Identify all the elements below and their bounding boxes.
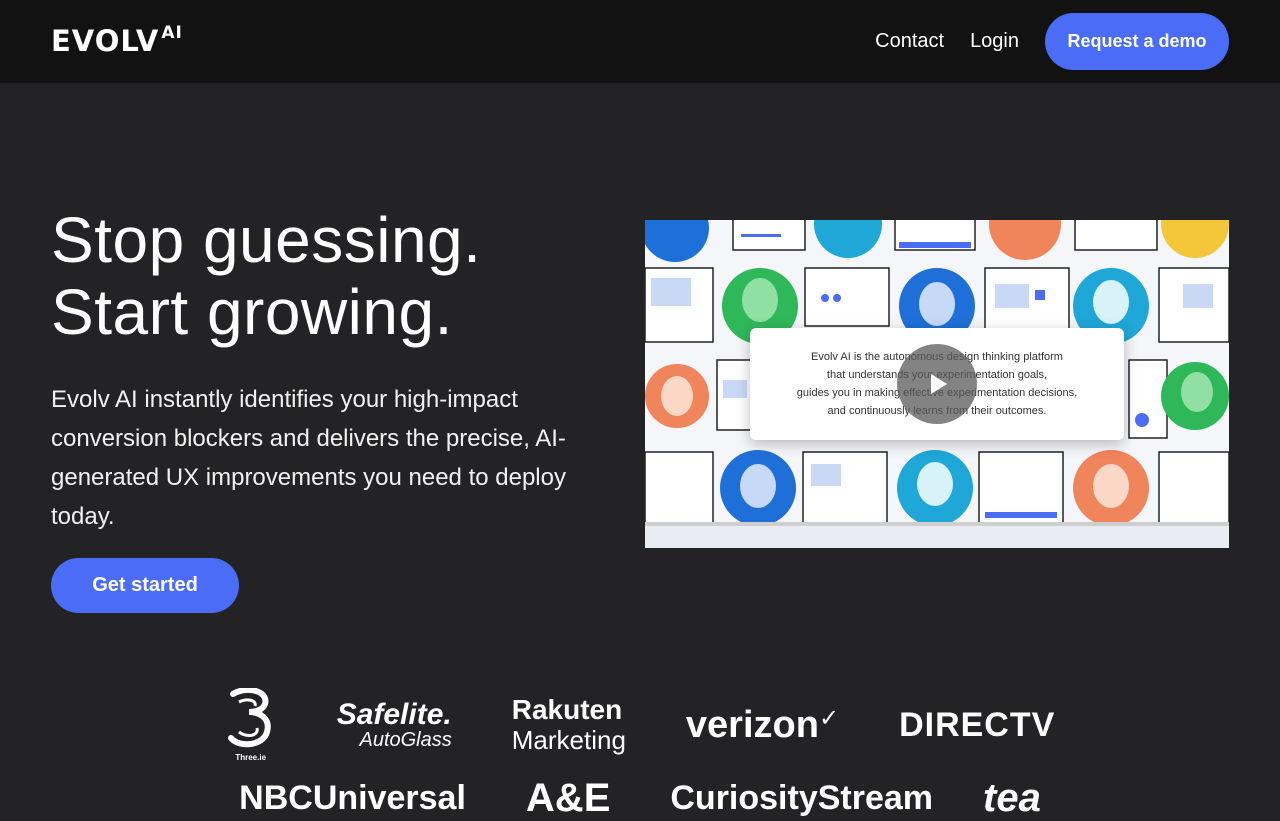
get-started-button[interactable]: Get started [51,558,239,613]
hero-title: Stop guessing. Start growing. [51,204,611,348]
logo-rakuten: Rakuten Marketing [511,694,626,756]
brand-suffix: AI [161,23,183,43]
play-button[interactable] [897,344,977,424]
logo-curiositystream: CuriosityStream [670,779,934,817]
evolv-ai-logo[interactable]: EVOLV AI [51,23,183,58]
logo-tea: tea [983,776,1041,820]
site-header: EVOLV AI Contact Login Request a demo [0,0,1280,83]
logo-directv: DIRECTV [899,705,1056,744]
nav-link-login[interactable]: Login [970,30,1019,53]
customer-logos-row-2: NBCUniversal A&E CuriosityStream tea [0,776,1280,821]
request-demo-button[interactable]: Request a demo [1045,13,1229,70]
customer-logos-row-1: Three.ie Safelite. AutoGlass Rakuten Mar… [0,686,1280,762]
main-nav: Contact Login Request a demo [875,13,1229,70]
hero-description: Evolv AI instantly identifies your high-… [51,386,566,530]
brand-name: EVOLV [51,24,160,58]
logo-ae: A&E [525,776,611,820]
hero-title-line-1: Stop guessing. [51,204,482,276]
logo-safelite: Safelite. AutoGlass [336,698,452,751]
logo-three: Three.ie [225,686,277,762]
play-icon [931,374,947,394]
logo-three-label: Three.ie [235,753,267,762]
logo-nbcuniversal: NBCUniversal [239,779,466,817]
product-video[interactable]: Evolv AI is the autonomous design thinki… [645,220,1229,548]
hero-title-line-2: Start growing. [51,276,453,348]
nav-link-contact[interactable]: Contact [875,30,944,53]
logo-verizon: verizon✓ [685,703,840,746]
three-icon [227,686,271,748]
